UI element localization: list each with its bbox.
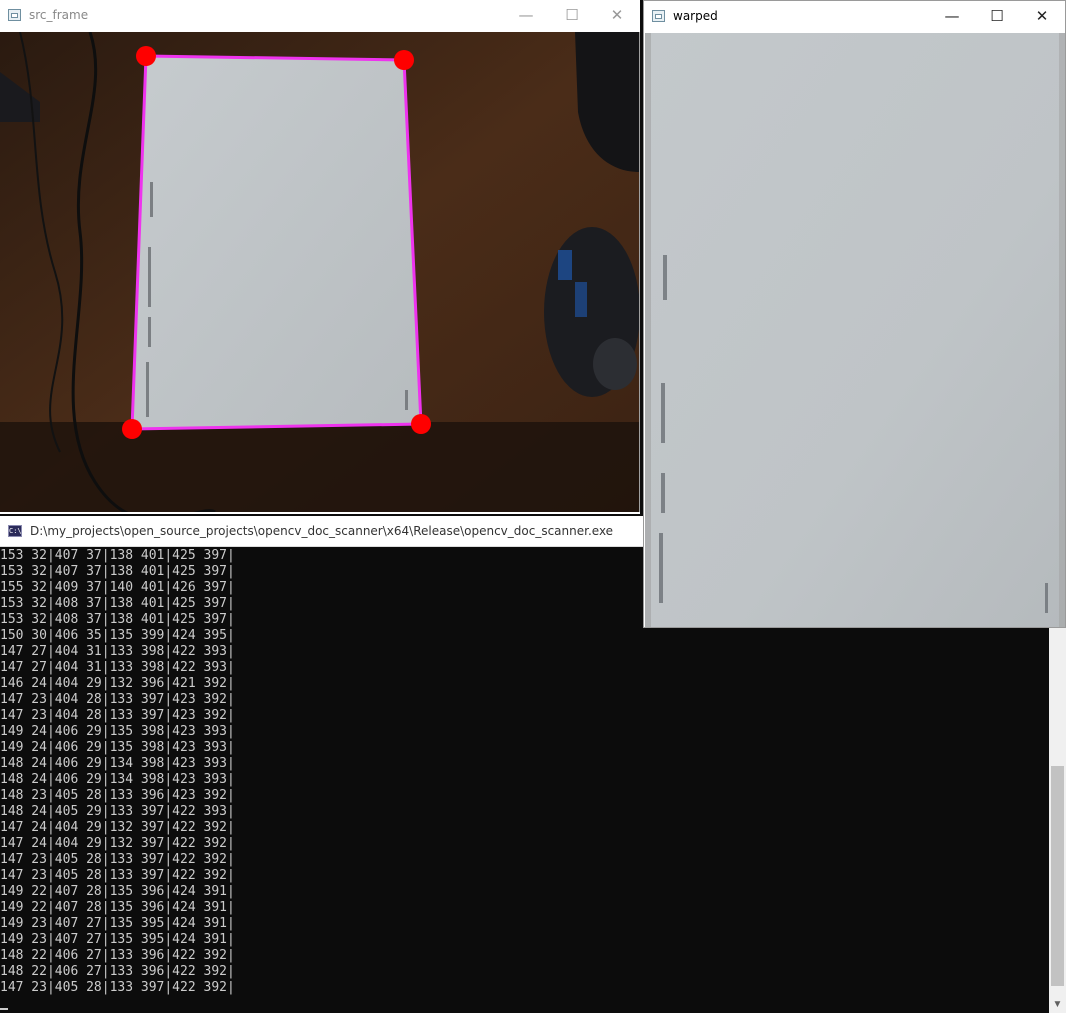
console-line: 148 24|405 29|133 397|422 393| <box>0 804 235 819</box>
console-line: 147 23|405 28|133 397|422 392| <box>0 852 235 867</box>
paper-sheet <box>132 56 421 429</box>
warped-window: warped — ☐ ✕ <box>643 0 1066 628</box>
console-line: 149 23|407 27|135 395|424 391| <box>0 932 235 947</box>
corner-handle-top-right[interactable] <box>394 50 414 70</box>
console-line: 147 23|405 28|133 397|422 392| <box>0 868 235 883</box>
warped-titlebar[interactable]: warped — ☐ ✕ <box>644 1 1065 32</box>
warped-right-edge <box>1059 33 1065 627</box>
warped-paper <box>645 33 1065 627</box>
console-line: 147 24|404 29|132 397|422 392| <box>0 820 235 835</box>
console-line: 147 23|404 28|133 397|423 392| <box>0 708 235 723</box>
console-line: 149 23|407 27|135 395|424 391| <box>0 916 235 931</box>
console-app-icon: C:\ <box>8 525 22 537</box>
console-line: 147 24|404 29|132 397|422 392| <box>0 836 235 851</box>
warped-image <box>645 33 1065 627</box>
scroll-thumb[interactable] <box>1051 766 1064 986</box>
mouse-accent-2 <box>575 282 587 317</box>
corner-handle-bottom-right[interactable] <box>411 414 431 434</box>
maximize-button[interactable]: ☐ <box>974 1 1020 32</box>
src-frame-window: src_frame — ☐ ✕ <box>0 0 640 514</box>
console-line: 147 23|405 28|133 397|422 392| <box>0 980 235 995</box>
console-cursor <box>0 1008 8 1010</box>
scroll-down-arrow-icon[interactable]: ▼ <box>1049 996 1066 1013</box>
console-line: 149 22|407 28|135 396|424 391| <box>0 884 235 899</box>
minimize-button[interactable]: — <box>929 1 975 32</box>
console-line: 146 24|404 29|132 396|421 392| <box>0 676 235 691</box>
console-line: 147 27|404 31|133 398|422 393| <box>0 644 235 659</box>
console-line: 148 23|405 28|133 396|423 392| <box>0 788 235 803</box>
console-line: 148 22|406 27|133 396|422 392| <box>0 964 235 979</box>
window-app-icon <box>652 10 665 22</box>
console-line: 150 30|406 35|135 399|424 395| <box>0 628 235 643</box>
src-frame-scene <box>0 32 639 512</box>
src-frame-image <box>0 32 640 512</box>
console-line: 148 22|406 27|133 396|422 392| <box>0 948 235 963</box>
mouse-button <box>593 338 637 390</box>
console-title: D:\my_projects\open_source_projects\open… <box>30 524 614 538</box>
corner-handle-bottom-left[interactable] <box>122 419 142 439</box>
maximize-button[interactable]: ☐ <box>549 0 595 31</box>
console-line: 148 24|406 29|134 398|423 393| <box>0 772 235 787</box>
mouse-accent <box>558 250 572 280</box>
warped-title: warped <box>673 9 718 23</box>
src-frame-title: src_frame <box>29 8 89 22</box>
desk-edge-shadow <box>0 422 639 512</box>
close-button[interactable]: ✕ <box>1019 1 1065 32</box>
warped-left-edge <box>645 33 651 627</box>
close-button[interactable]: ✕ <box>594 0 640 31</box>
src-frame-titlebar[interactable]: src_frame — ☐ ✕ <box>0 0 640 31</box>
console-line: 149 22|407 28|135 396|424 391| <box>0 900 235 915</box>
console-line: 148 24|406 29|134 398|423 393| <box>0 756 235 771</box>
minimize-button[interactable]: — <box>503 0 549 31</box>
window-app-icon <box>8 9 21 21</box>
console-line: 147 23|404 28|133 397|423 392| <box>0 692 235 707</box>
console-line: 149 24|406 29|135 398|423 393| <box>0 724 235 739</box>
warped-scene <box>645 33 1065 627</box>
console-line: 147 27|404 31|133 398|422 393| <box>0 660 235 675</box>
corner-handle-top-left[interactable] <box>136 46 156 66</box>
console-line: 149 24|406 29|135 398|423 393| <box>0 740 235 755</box>
